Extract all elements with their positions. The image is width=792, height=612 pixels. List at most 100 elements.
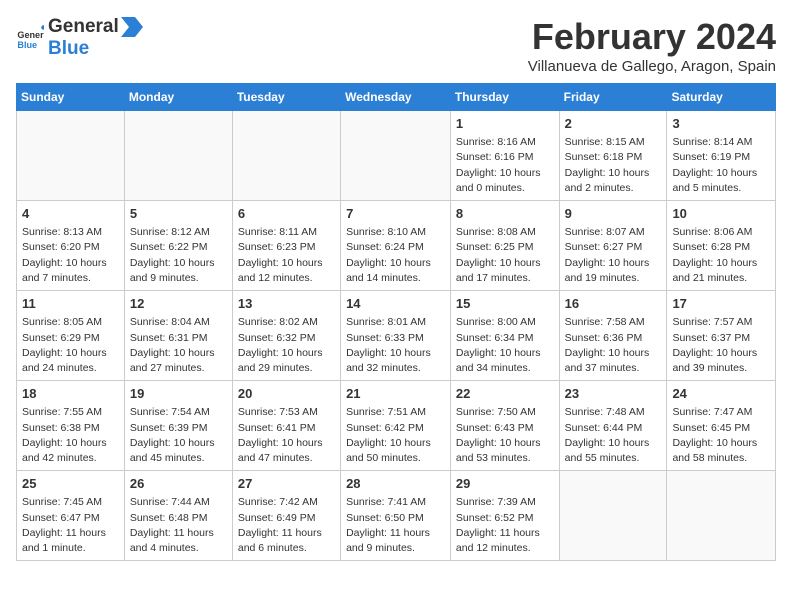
cell-info: Sunrise: 7:58 AM Sunset: 6:36 PM Dayligh… — [565, 315, 662, 376]
calendar-cell: 15Sunrise: 8:00 AM Sunset: 6:34 PM Dayli… — [450, 291, 559, 381]
date-number: 3 — [672, 115, 770, 133]
cell-info: Sunrise: 8:05 AM Sunset: 6:29 PM Dayligh… — [22, 315, 119, 376]
calendar-cell: 28 Sunrise: 7:41 AM Sunset: 6:50 PM Dayli… — [341, 471, 451, 561]
date-number: 21 — [346, 385, 445, 403]
cell-info: Sunrise: 8:15 AM Sunset: 6:18 PM Dayligh… — [565, 135, 662, 196]
page-header: General Blue General Blue February 2024 … — [16, 16, 776, 75]
calendar-cell: 20 Sunrise: 7:53 AM Sunset: 6:41 PM Dayli… — [232, 381, 340, 471]
date-number: 2 — [565, 115, 662, 133]
day-header-wednesday: Wednesday — [341, 84, 451, 111]
cell-info: Sunrise: 8:12 AM Sunset: 6:22 PM Dayligh… — [130, 225, 227, 286]
logo-arrow-icon — [121, 17, 143, 37]
date-number: 1 — [456, 115, 554, 133]
day-header-friday: Friday — [559, 84, 667, 111]
calendar-cell: 13 Sunrise: 8:02 AM Sunset: 6:32 PM Dayli… — [232, 291, 340, 381]
day-header-thursday: Thursday — [450, 84, 559, 111]
cell-info: Sunrise: 8:04 AM Sunset: 6:31 PM Dayligh… — [130, 315, 227, 376]
calendar-cell: 9Sunrise: 8:07 AM Sunset: 6:27 PM Daylig… — [559, 201, 667, 291]
calendar-cell: 17 Sunrise: 7:57 AM Sunset: 6:37 PM Dayli… — [667, 291, 776, 381]
calendar-cell: 12 Sunrise: 8:04 AM Sunset: 6:31 PM Dayli… — [124, 291, 232, 381]
date-number: 15 — [456, 295, 554, 313]
date-number: 7 — [346, 205, 445, 223]
cell-info: Sunrise: 8:01 AM Sunset: 6:33 PM Dayligh… — [346, 315, 445, 376]
calendar-week-row: 4Sunrise: 8:13 AM Sunset: 6:20 PM Daylig… — [17, 201, 776, 291]
cell-info: Sunrise: 8:11 AM Sunset: 6:23 PM Dayligh… — [238, 225, 335, 286]
calendar-cell: 16 Sunrise: 7:58 AM Sunset: 6:36 PM Dayli… — [559, 291, 667, 381]
calendar-cell — [559, 471, 667, 561]
calendar-cell: 18 Sunrise: 7:55 AM Sunset: 6:38 PM Dayli… — [17, 381, 125, 471]
day-header-monday: Monday — [124, 84, 232, 111]
calendar-cell — [124, 111, 232, 201]
cell-info: Sunrise: 7:53 AM Sunset: 6:41 PM Dayligh… — [238, 405, 335, 466]
cell-info: Sunrise: 8:06 AM Sunset: 6:28 PM Dayligh… — [672, 225, 770, 286]
date-number: 22 — [456, 385, 554, 403]
cell-info: Sunrise: 7:50 AM Sunset: 6:43 PM Dayligh… — [456, 405, 554, 466]
month-year-title: February 2024 — [528, 16, 776, 58]
calendar-cell: 8 Sunrise: 8:08 AM Sunset: 6:25 PM Daylig… — [450, 201, 559, 291]
date-number: 29 — [456, 475, 554, 493]
calendar-week-row: 1 Sunrise: 8:16 AM Sunset: 6:16 PM Daylig… — [17, 111, 776, 201]
calendar-cell: 6Sunrise: 8:11 AM Sunset: 6:23 PM Daylig… — [232, 201, 340, 291]
calendar-header-row: SundayMondayTuesdayWednesdayThursdayFrid… — [17, 84, 776, 111]
calendar-cell: 27 Sunrise: 7:42 AM Sunset: 6:49 PM Dayli… — [232, 471, 340, 561]
svg-text:General: General — [17, 30, 44, 40]
date-number: 17 — [672, 295, 770, 313]
calendar-cell — [17, 111, 125, 201]
cell-info: Sunrise: 8:07 AM Sunset: 6:27 PM Dayligh… — [565, 225, 662, 286]
logo-blue: Blue — [48, 38, 89, 59]
date-number: 18 — [22, 385, 119, 403]
logo-text-container: General Blue — [48, 16, 145, 60]
cell-info: Sunrise: 7:39 AM Sunset: 6:52 PM Dayligh… — [456, 495, 554, 556]
day-header-tuesday: Tuesday — [232, 84, 340, 111]
calendar-week-row: 11 Sunrise: 8:05 AM Sunset: 6:29 PM Dayli… — [17, 291, 776, 381]
cell-info: Sunrise: 7:41 AM Sunset: 6:50 PM Dayligh… — [346, 495, 445, 556]
cell-info: Sunrise: 7:57 AM Sunset: 6:37 PM Dayligh… — [672, 315, 770, 376]
date-number: 12 — [130, 295, 227, 313]
date-number: 19 — [130, 385, 227, 403]
cell-info: Sunrise: 7:54 AM Sunset: 6:39 PM Dayligh… — [130, 405, 227, 466]
calendar-cell: 7Sunrise: 8:10 AM Sunset: 6:24 PM Daylig… — [341, 201, 451, 291]
calendar-cell: 29 Sunrise: 7:39 AM Sunset: 6:52 PM Dayli… — [450, 471, 559, 561]
calendar-cell — [341, 111, 451, 201]
day-header-sunday: Sunday — [17, 84, 125, 111]
calendar-week-row: 25Sunrise: 7:45 AM Sunset: 6:47 PM Dayli… — [17, 471, 776, 561]
cell-info: Sunrise: 7:48 AM Sunset: 6:44 PM Dayligh… — [565, 405, 662, 466]
date-number: 8 — [456, 205, 554, 223]
calendar-week-row: 18 Sunrise: 7:55 AM Sunset: 6:38 PM Dayli… — [17, 381, 776, 471]
calendar-cell: 5 Sunrise: 8:12 AM Sunset: 6:22 PM Daylig… — [124, 201, 232, 291]
logo-icon: General Blue — [16, 24, 44, 52]
date-number: 28 — [346, 475, 445, 493]
calendar-cell: 19 Sunrise: 7:54 AM Sunset: 6:39 PM Dayli… — [124, 381, 232, 471]
date-number: 11 — [22, 295, 119, 313]
cell-info: Sunrise: 8:16 AM Sunset: 6:16 PM Dayligh… — [456, 135, 554, 196]
calendar-table: SundayMondayTuesdayWednesdayThursdayFrid… — [16, 83, 776, 561]
logo: General Blue General Blue — [16, 16, 145, 60]
date-number: 10 — [672, 205, 770, 223]
calendar-cell: 3 Sunrise: 8:14 AM Sunset: 6:19 PM Daylig… — [667, 111, 776, 201]
date-number: 20 — [238, 385, 335, 403]
calendar-cell: 14 Sunrise: 8:01 AM Sunset: 6:33 PM Dayli… — [341, 291, 451, 381]
cell-info: Sunrise: 7:47 AM Sunset: 6:45 PM Dayligh… — [672, 405, 770, 466]
date-number: 27 — [238, 475, 335, 493]
cell-info: Sunrise: 7:55 AM Sunset: 6:38 PM Dayligh… — [22, 405, 119, 466]
date-number: 13 — [238, 295, 335, 313]
cell-info: Sunrise: 8:14 AM Sunset: 6:19 PM Dayligh… — [672, 135, 770, 196]
day-header-saturday: Saturday — [667, 84, 776, 111]
title-block: February 2024 Villanueva de Gallego, Ara… — [528, 16, 776, 75]
calendar-cell: 10 Sunrise: 8:06 AM Sunset: 6:28 PM Dayli… — [667, 201, 776, 291]
cell-info: Sunrise: 8:02 AM Sunset: 6:32 PM Dayligh… — [238, 315, 335, 376]
cell-info: Sunrise: 7:51 AM Sunset: 6:42 PM Dayligh… — [346, 405, 445, 466]
calendar-cell: 1 Sunrise: 8:16 AM Sunset: 6:16 PM Daylig… — [450, 111, 559, 201]
calendar-cell: 21 Sunrise: 7:51 AM Sunset: 6:42 PM Dayli… — [341, 381, 451, 471]
calendar-cell: 26Sunrise: 7:44 AM Sunset: 6:48 PM Dayli… — [124, 471, 232, 561]
logo-general: General — [48, 16, 119, 38]
location-subtitle: Villanueva de Gallego, Aragon, Spain — [528, 58, 776, 75]
date-number: 26 — [130, 475, 227, 493]
cell-info: Sunrise: 8:08 AM Sunset: 6:25 PM Dayligh… — [456, 225, 554, 286]
cell-info: Sunrise: 7:42 AM Sunset: 6:49 PM Dayligh… — [238, 495, 335, 556]
date-number: 16 — [565, 295, 662, 313]
calendar-cell: 4Sunrise: 8:13 AM Sunset: 6:20 PM Daylig… — [17, 201, 125, 291]
date-number: 14 — [346, 295, 445, 313]
calendar-cell — [667, 471, 776, 561]
date-number: 5 — [130, 205, 227, 223]
